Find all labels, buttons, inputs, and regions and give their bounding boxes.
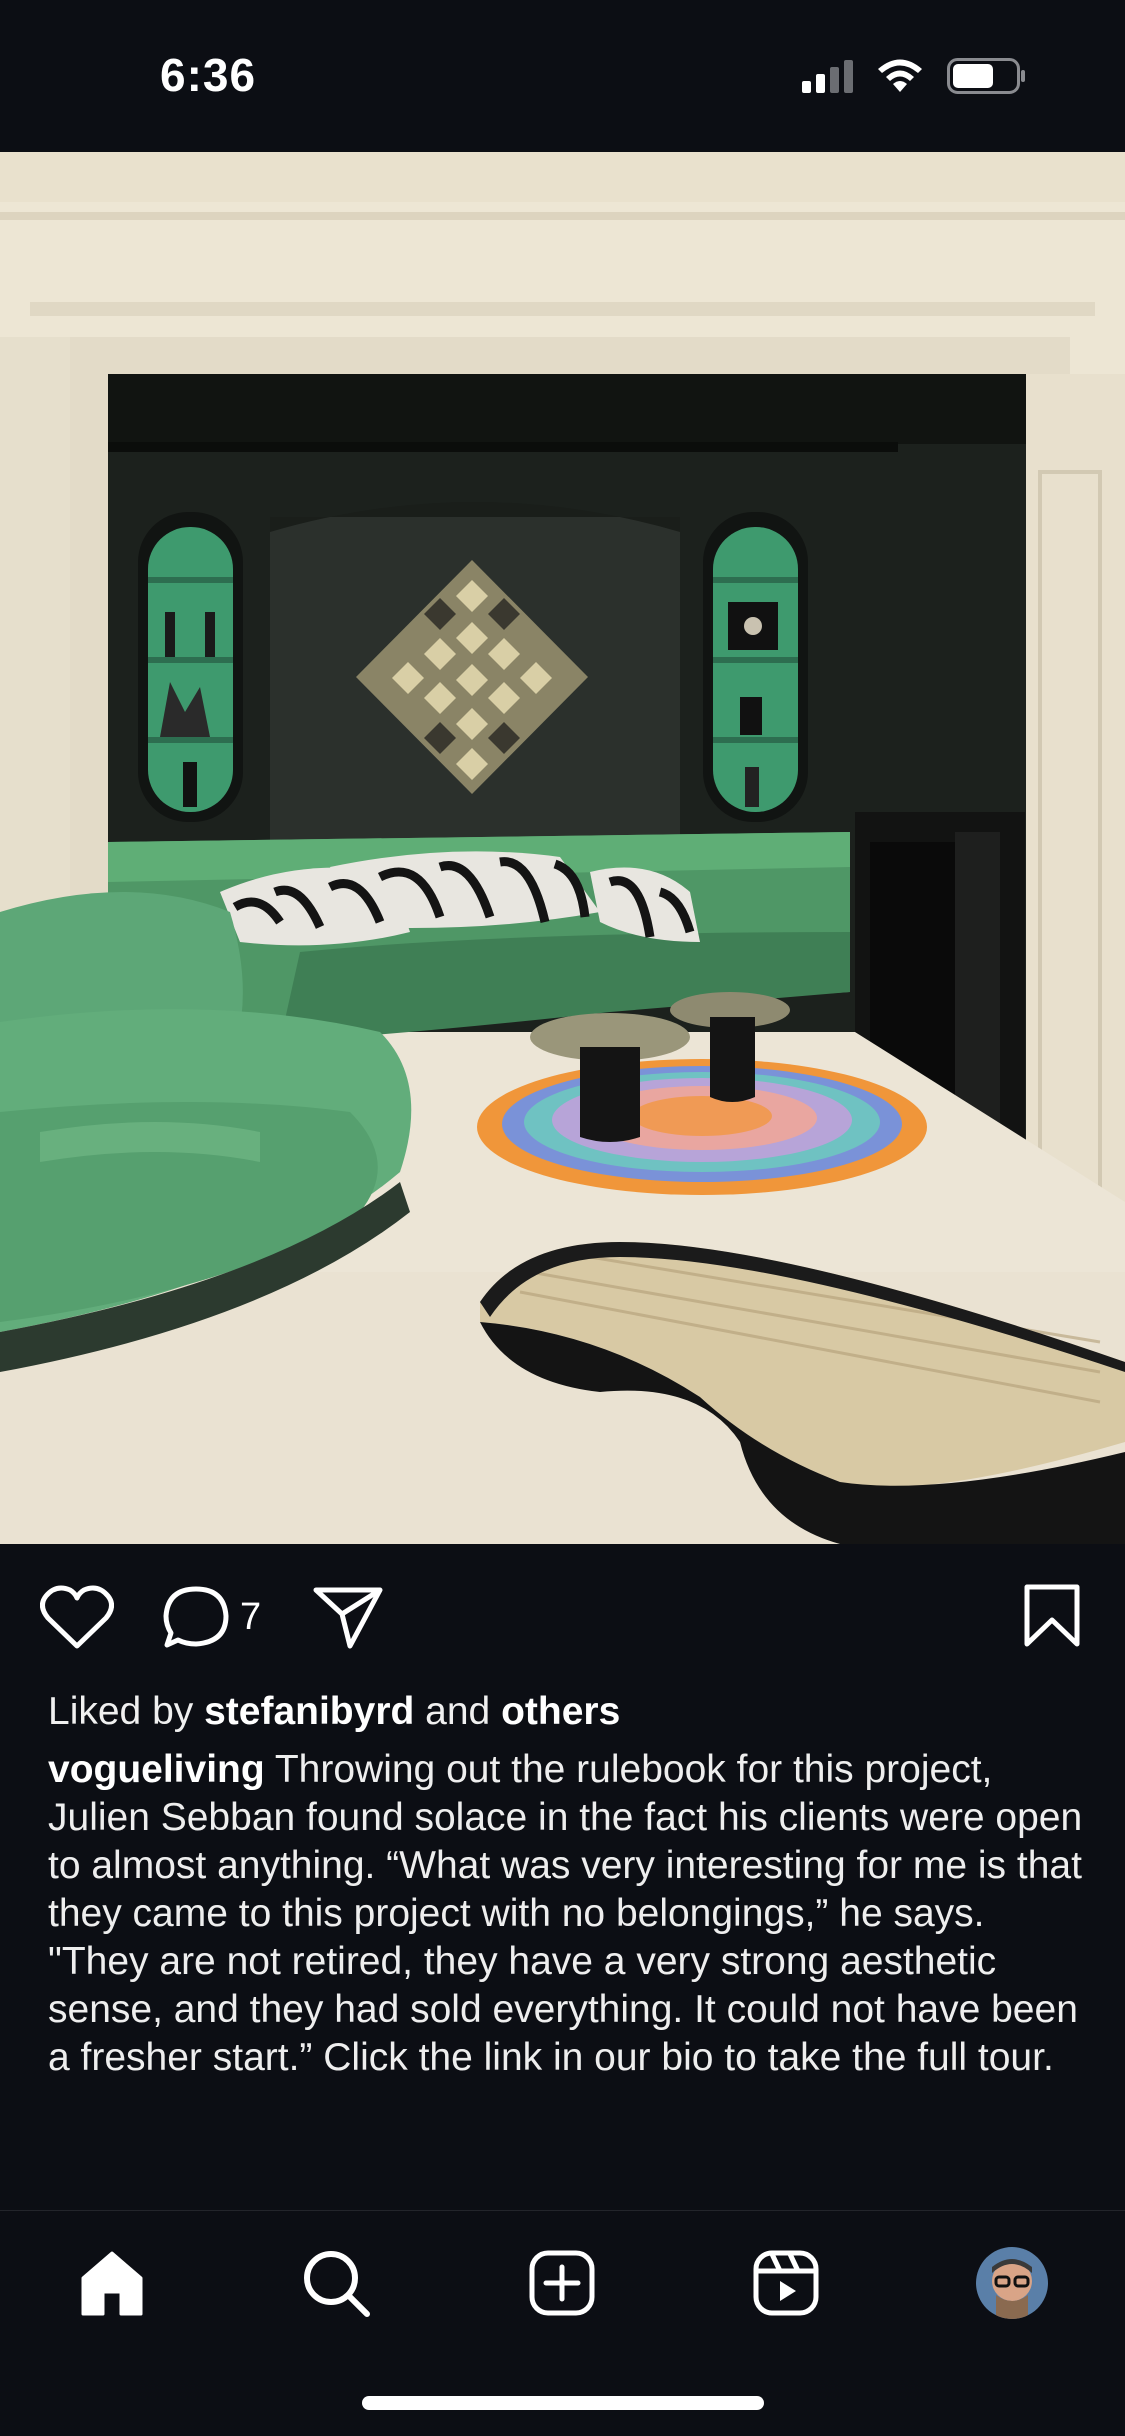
likes-joiner: and xyxy=(425,1690,491,1733)
reels-icon xyxy=(753,2250,819,2316)
comment-bubble-icon xyxy=(163,1586,229,1648)
status-bar: 6:36 xyxy=(0,0,1125,152)
likes-prefix: Liked by xyxy=(48,1690,194,1733)
post-actions: 7 xyxy=(0,1544,1125,1684)
status-time: 6:36 xyxy=(160,49,257,101)
post-photo[interactable] xyxy=(0,152,1125,1544)
tab-reels[interactable] xyxy=(746,2243,826,2323)
tab-create[interactable] xyxy=(522,2243,602,2323)
share-button[interactable] xyxy=(312,1584,384,1650)
caption-author[interactable]: vogueliving xyxy=(48,1748,265,1791)
cellular-signal-icon xyxy=(802,59,853,93)
wifi-icon xyxy=(878,59,922,92)
search-icon xyxy=(304,2251,370,2317)
home-indicator xyxy=(362,2396,764,2410)
save-button[interactable] xyxy=(1023,1584,1081,1648)
likes-summary[interactable]: Liked by stefanibyrd and others xyxy=(48,1688,1088,1736)
tab-home[interactable] xyxy=(72,2243,152,2323)
bookmark-icon xyxy=(1024,1584,1080,1647)
heart-icon xyxy=(40,1585,114,1649)
paper-plane-icon xyxy=(313,1587,383,1649)
avatar xyxy=(976,2247,1048,2319)
post-caption: vogueliving Throwing out the rulebook fo… xyxy=(48,1746,1088,2082)
tab-profile[interactable] xyxy=(972,2243,1052,2323)
comment-button[interactable]: 7 xyxy=(162,1584,261,1650)
like-button[interactable] xyxy=(40,1584,114,1650)
status-icons xyxy=(802,56,1027,96)
plus-square-icon xyxy=(529,2250,595,2316)
battery-icon xyxy=(947,58,1025,94)
home-icon xyxy=(81,2251,143,2316)
comment-count: 7 xyxy=(240,1595,262,1638)
tab-search[interactable] xyxy=(296,2243,376,2323)
liked-by-username[interactable]: stefanibyrd xyxy=(204,1690,414,1733)
likes-others-link[interactable]: others xyxy=(501,1690,620,1733)
caption-text: Throwing out the rulebook for this proje… xyxy=(48,1748,1083,2079)
